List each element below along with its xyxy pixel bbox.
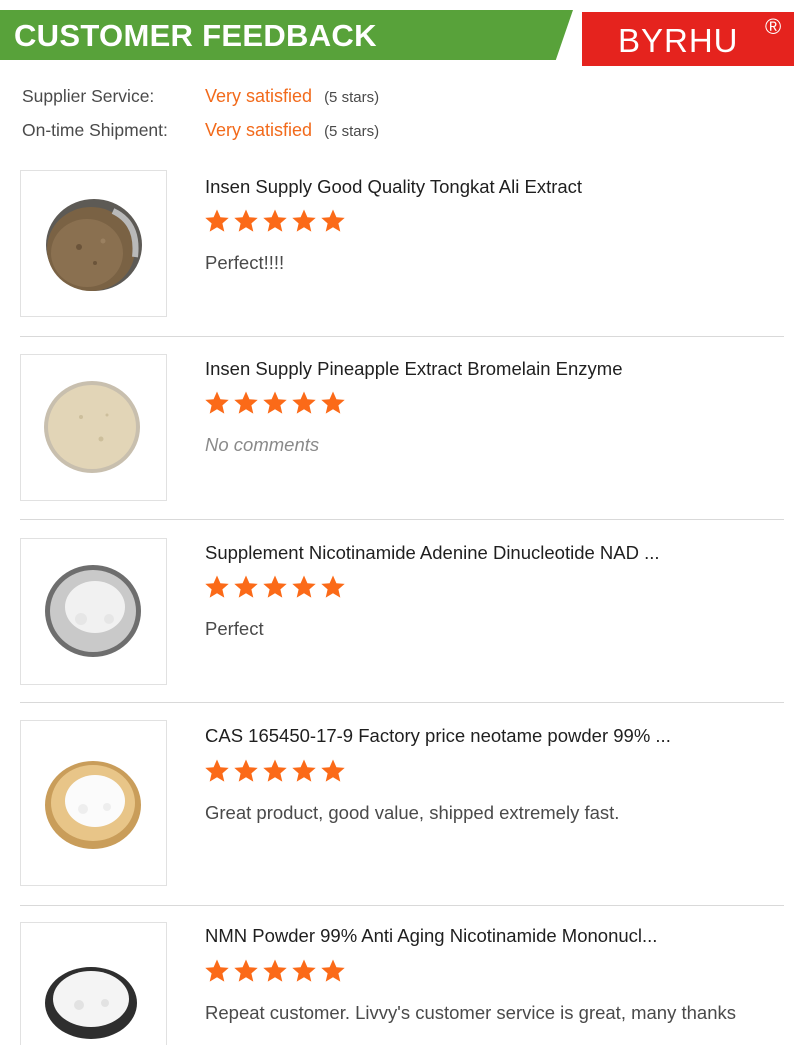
summary-value: Very satisfied (205, 86, 313, 106)
white-powder-dark-dish-icon (45, 967, 137, 1039)
star-icon (292, 391, 316, 414)
product-title[interactable]: Supplement Nicotinamide Adenine Dinucleo… (205, 542, 660, 564)
star-icon (234, 391, 258, 414)
star-icon (263, 391, 287, 414)
summary-label: On-time Shipment: (22, 120, 168, 140)
summary-row-on-time-shipment: On-time Shipment: Very satisfied (5 star… (22, 120, 379, 154)
summary-stars-text: (5 stars) (324, 123, 380, 140)
star-icon (205, 209, 229, 232)
product-title[interactable]: NMN Powder 99% Anti Aging Nicotinamide M… (205, 925, 657, 947)
star-icon (292, 759, 316, 782)
review-comment: No comments (205, 434, 320, 455)
registered-mark: ® (765, 14, 782, 39)
divider (20, 519, 784, 520)
star-icon (205, 391, 229, 414)
summary-stars-text: (5 stars) (324, 89, 380, 106)
brand-logo: BYRHU ® (582, 12, 794, 66)
star-icon (321, 391, 345, 414)
review-comment: Repeat customer. Livvy's customer servic… (205, 1002, 736, 1023)
star-icon (234, 209, 258, 232)
divider (20, 336, 784, 337)
star-rating (204, 574, 349, 604)
review-comment: Great product, good value, shipped extre… (205, 802, 620, 823)
star-icon (234, 759, 258, 782)
product-thumbnail[interactable] (20, 922, 167, 1045)
summary-row-supplier-service: Supplier Service: Very satisfied (5 star… (22, 86, 379, 120)
product-title[interactable]: CAS 165450-17-9 Factory price neotame po… (205, 725, 671, 747)
star-icon (292, 575, 316, 598)
product-thumbnail[interactable] (20, 354, 167, 501)
brand-name: BYRHU (618, 22, 739, 59)
product-title[interactable]: Insen Supply Pineapple Extract Bromelain… (205, 358, 623, 380)
beige-powder-dish-icon (44, 381, 140, 473)
white-powder-wooden-bowl-icon (45, 761, 141, 849)
feedback-header: CUSTOMER FEEDBACK BYRHU ® (0, 0, 800, 70)
product-thumbnail[interactable] (20, 538, 167, 685)
summary-value: Very satisfied (205, 120, 313, 140)
brown-powder-dish-icon (46, 199, 142, 291)
star-icon (205, 575, 229, 598)
star-icon (292, 209, 316, 232)
star-icon (234, 959, 258, 982)
page-title: CUSTOMER FEEDBACK (14, 18, 377, 53)
star-rating (204, 390, 349, 420)
rating-summary: Supplier Service: Very satisfied (5 star… (22, 86, 379, 154)
star-icon (263, 575, 287, 598)
star-icon (263, 209, 287, 232)
summary-label: Supplier Service: (22, 86, 155, 106)
star-icon (321, 209, 345, 232)
star-icon (263, 759, 287, 782)
white-powder-dish-icon (45, 565, 141, 657)
star-icon (263, 959, 287, 982)
star-icon (292, 959, 316, 982)
divider (20, 702, 784, 703)
star-icon (205, 759, 229, 782)
product-thumbnail[interactable] (20, 170, 167, 317)
star-rating (204, 758, 349, 788)
star-icon (321, 959, 345, 982)
review-comment: Perfect (205, 618, 264, 639)
star-rating (204, 208, 349, 238)
star-icon (321, 759, 345, 782)
star-icon (234, 575, 258, 598)
star-rating (204, 958, 349, 988)
divider (20, 905, 784, 906)
product-thumbnail[interactable] (20, 720, 167, 886)
star-icon (321, 575, 345, 598)
star-icon (205, 959, 229, 982)
product-title[interactable]: Insen Supply Good Quality Tongkat Ali Ex… (205, 176, 582, 198)
review-comment: Perfect!!!! (205, 252, 285, 273)
